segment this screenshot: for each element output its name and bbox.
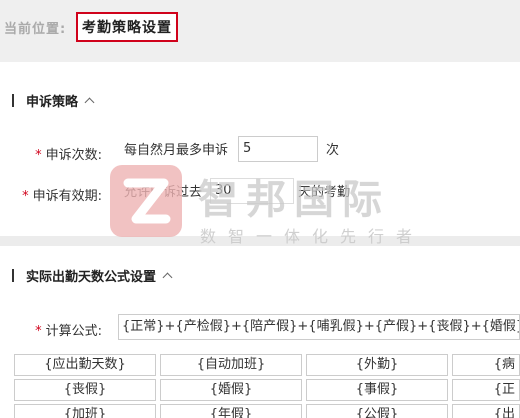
section-bar — [12, 268, 14, 282]
variable-button[interactable]: {应出勤天数} — [14, 354, 156, 376]
appeal-period-prefix: 允许申诉过去 — [124, 185, 203, 200]
variable-button[interactable]: {婚假} — [160, 379, 302, 401]
variable-button[interactable]: {自动加班} — [160, 354, 302, 376]
section-formula-title: 实际出勤天数公式设置 — [26, 269, 157, 285]
appeal-count-label: * 申诉次数: — [35, 148, 102, 163]
section-formula-header[interactable]: 实际出勤天数公式设置 — [12, 267, 173, 285]
section-bar — [12, 93, 14, 107]
section-appeal-header[interactable]: 申诉策略 — [12, 92, 95, 110]
section-divider — [0, 236, 520, 246]
chevron-up-icon[interactable] — [162, 272, 173, 282]
variable-button[interactable]: {出 — [452, 404, 520, 418]
appeal-count-suffix: 次 — [326, 143, 340, 158]
calc-formula-label: * 计算公式: — [35, 324, 102, 339]
variable-button[interactable]: {正 — [452, 379, 520, 401]
variable-button[interactable]: {加班} — [14, 404, 156, 418]
page-title: 考勤策略设置 — [76, 12, 178, 42]
appeal-period-label: * 申诉有效期: — [22, 189, 102, 204]
breadcrumb-bar: 当前位置: 考勤策略设置 — [0, 0, 520, 62]
variable-button[interactable]: {病 — [452, 354, 520, 376]
appeal-count-prefix: 每自然月最多申诉 — [124, 143, 229, 158]
required-star: * — [35, 324, 42, 339]
appeal-period-input[interactable]: 30 — [210, 178, 294, 204]
variable-button[interactable]: {公假} — [306, 404, 448, 418]
formula-input[interactable]: {正常}+{产检假}+{陪产假}+{哺乳假}+{产假}+{丧假}+{婚假}+{调… — [118, 314, 520, 340]
appeal-count-input[interactable]: 5 — [238, 136, 318, 162]
breadcrumb-label: 当前位置: — [4, 22, 67, 37]
required-star: * — [35, 148, 42, 163]
variable-button[interactable]: {丧假} — [14, 379, 156, 401]
variable-button[interactable]: {外勤} — [306, 354, 448, 376]
chevron-up-icon[interactable] — [84, 97, 95, 107]
variable-button[interactable]: {事假} — [306, 379, 448, 401]
section-appeal-title: 申诉策略 — [26, 94, 79, 110]
watermark-logo-icon — [110, 165, 182, 237]
appeal-period-suffix: 天的考勤 — [298, 185, 351, 200]
required-star: * — [22, 189, 29, 204]
variable-button[interactable]: {年假} — [160, 404, 302, 418]
